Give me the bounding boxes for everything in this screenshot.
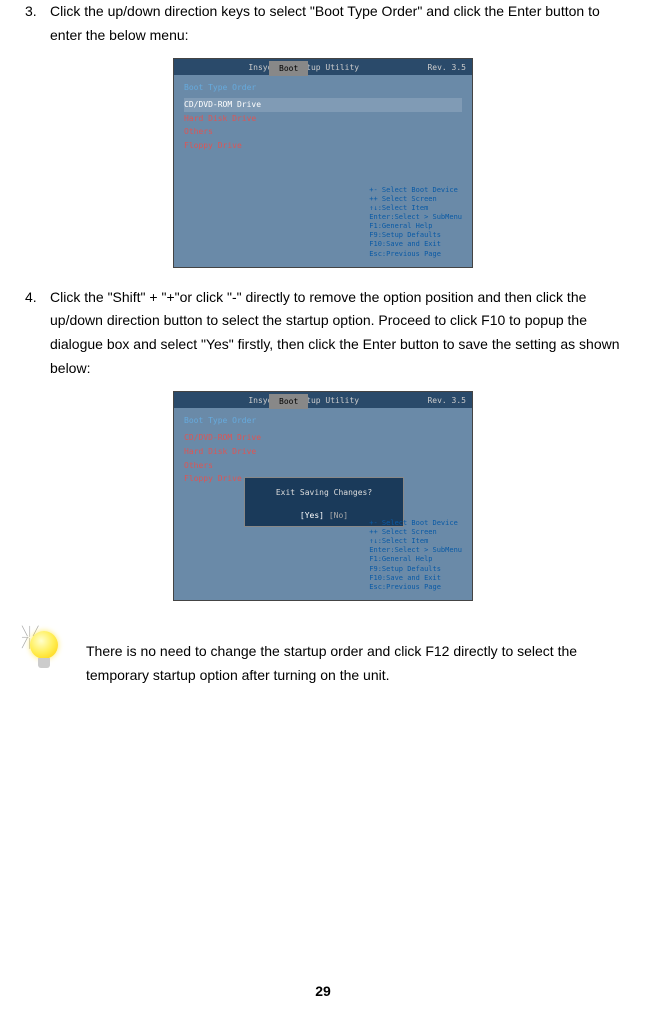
step-3-text: Click the up/down direction keys to sele… [50, 0, 626, 48]
bios1-help1: +- Select Boot Device [369, 186, 462, 195]
bios2-help8: Esc:Previous Page [369, 583, 462, 592]
bios2-help1: +- Select Boot Device [369, 519, 462, 528]
bulb-base [38, 658, 50, 668]
bios2-item2: Hard Disk Drive [184, 445, 462, 459]
bios2-item3: Others [184, 459, 462, 473]
step-4-number: 4. [20, 286, 50, 381]
step-3: 3. Click the up/down direction keys to s… [20, 0, 626, 48]
bios2-top-right: Rev. 3.5 [427, 394, 466, 406]
bios1-item4: Floppy Drive [184, 139, 462, 153]
tip-section: ╲│╱─╱│╲ There is no need to change the s… [20, 626, 626, 688]
bios2-topbar: InsydeH20 Setup Utility Rev. 3.5 [174, 392, 472, 408]
bios1-item1: CD/DVD-ROM Drive [184, 98, 462, 112]
bios2-tab: Boot [269, 394, 308, 410]
lightbulb-icon: ╲│╱─╱│╲ [20, 626, 68, 686]
bios1-help: +- Select Boot Device ++ Select Screen ↑… [369, 186, 462, 259]
bios-screenshot-2: InsydeH20 Setup Utility Rev. 3.5 Boot Bo… [173, 391, 473, 601]
bios2-help7: F10:Save and Exit [369, 574, 462, 583]
bios2-help5: F1:General Help [369, 555, 462, 564]
bios1-help6: F9:Setup Defaults [369, 231, 462, 240]
bios2-yes: [Yes] [300, 511, 324, 520]
bios1-help5: F1:General Help [369, 222, 462, 231]
bios2-help3: ↑↓:Select Item [369, 537, 462, 546]
bios-screenshot-1: InsydeH20 Setup Utility Rev. 3.5 Boot Bo… [173, 58, 473, 268]
bios1-topbar: InsydeH20 Setup Utility Rev. 3.5 [174, 59, 472, 75]
bulb-glow [30, 631, 58, 659]
bios1-top-right: Rev. 3.5 [427, 61, 466, 73]
bios1-help3: ↑↓:Select Item [369, 204, 462, 213]
step-4: 4. Click the "Shift" + "+"or click "-" d… [20, 286, 626, 381]
bios1-item3: Others [184, 125, 462, 139]
bios1-item2: Hard Disk Drive [184, 112, 462, 126]
bios2-help6: F9:Setup Defaults [369, 565, 462, 574]
step-4-text: Click the "Shift" + "+"or click "-" dire… [50, 286, 626, 381]
page-number: 29 [0, 980, 646, 1004]
bios1-help4: Enter:Select > SubMenu [369, 213, 462, 222]
bios1-title: Boot Type Order [184, 81, 462, 95]
bios2-item1: CD/DVD-ROM Drive [184, 431, 462, 445]
bios2-help2: ++ Select Screen [369, 528, 462, 537]
step-3-number: 3. [20, 0, 50, 48]
bios2-title: Boot Type Order [184, 414, 462, 428]
bios2-help4: Enter:Select > SubMenu [369, 546, 462, 555]
bios1-help8: Esc:Previous Page [369, 250, 462, 259]
tip-text: There is no need to change the startup o… [86, 626, 626, 688]
bios1-help2: ++ Select Screen [369, 195, 462, 204]
bios1-tab: Boot [269, 61, 308, 77]
bios2-help: +- Select Boot Device ++ Select Screen ↑… [369, 519, 462, 592]
bios1-body: Boot Type Order CD/DVD-ROM Drive Hard Di… [174, 75, 472, 159]
bios1-help7: F10:Save and Exit [369, 240, 462, 249]
bios2-dialog-text: Exit Saving Changes? [245, 486, 403, 500]
bios2-no: [No] [329, 511, 348, 520]
